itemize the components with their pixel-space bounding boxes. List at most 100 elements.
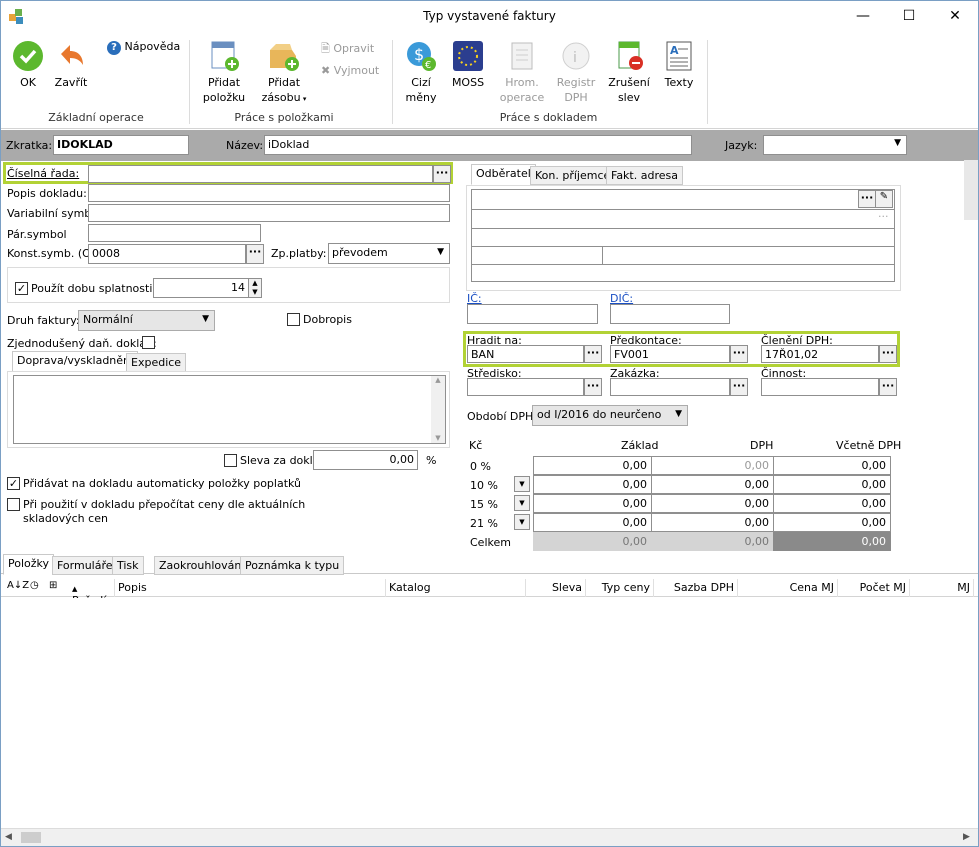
cancel-discounts-button[interactable]: Zrušení slev [607, 40, 651, 105]
help-button[interactable]: ? Nápověda [107, 40, 180, 55]
vat-total-cell[interactable]: 0,00 [773, 475, 891, 494]
maximize-button[interactable]: ☐ [886, 1, 932, 32]
pay-to-browse-button[interactable]: ··· [584, 345, 602, 363]
language-select[interactable]: ▼ [763, 135, 907, 155]
vat-base-cell[interactable]: 0,00 [533, 494, 652, 513]
pay-to-input[interactable]: BAN [467, 345, 584, 363]
const-symbol-input[interactable]: 0008 [88, 244, 246, 264]
moss-button[interactable]: MOSS [448, 40, 488, 90]
vat-rate-dropdown[interactable]: ▼ [514, 495, 530, 511]
address-book-icon[interactable]: ✎ [875, 190, 893, 208]
col-unit[interactable]: MJ [910, 579, 974, 597]
col-order[interactable]: ▲ Pořadí [69, 579, 115, 607]
col-discount[interactable]: Sleva [526, 579, 586, 597]
payment-select[interactable]: převodem ▼ [328, 243, 450, 264]
horizontal-scrollbar[interactable]: ◀ ▶ [1, 828, 978, 846]
name-input[interactable]: iDoklad [264, 135, 692, 155]
auto-fees-checkbox[interactable]: ✓ [7, 477, 20, 490]
activity-browse-button[interactable]: ··· [879, 378, 897, 396]
tree-icon[interactable]: ⊞ [49, 580, 57, 591]
simplified-doc-checkbox[interactable] [142, 336, 155, 349]
tab-rounding[interactable]: Zaokrouhlování [154, 556, 250, 575]
due-spinner[interactable]: ▲ ▼ [248, 278, 262, 298]
vat-class-browse-button[interactable]: ··· [879, 345, 897, 363]
credit-note-checkbox[interactable] [287, 313, 300, 326]
scroll-thumb[interactable] [21, 832, 41, 843]
col-desc[interactable]: Popis [115, 579, 386, 597]
center-input[interactable] [467, 378, 584, 396]
bulk-operations-button[interactable]: Hrom. operace [499, 40, 545, 105]
precontation-browse-button[interactable]: ··· [730, 345, 748, 363]
ok-button[interactable]: OK [9, 40, 47, 90]
ic-input[interactable] [467, 304, 598, 324]
varsym-input[interactable] [88, 204, 450, 222]
vat-total-cell[interactable]: 0,00 [773, 494, 891, 513]
precontation-input[interactable]: FV001 [610, 345, 730, 363]
due-days-input[interactable]: 14 [153, 278, 249, 298]
close-button[interactable]: Zavřít [51, 40, 91, 90]
tab-forms[interactable]: Formuláře [52, 556, 118, 575]
close-window-button[interactable]: ✕ [932, 1, 978, 32]
vat-amount-cell[interactable]: 0,00 [651, 475, 774, 494]
address-grid[interactable] [471, 189, 895, 282]
order-browse-button[interactable]: ··· [730, 378, 748, 396]
vat-amount-cell[interactable]: 0,00 [651, 513, 774, 532]
tab-items[interactable]: Položky [3, 554, 55, 575]
vat-amount-cell[interactable]: 0,00 [651, 494, 774, 513]
col-quantity[interactable]: Počet MJ [838, 579, 910, 597]
sort-icon[interactable]: A↓Z [7, 580, 29, 591]
dic-input[interactable] [610, 304, 730, 324]
center-browse-button[interactable]: ··· [584, 378, 602, 396]
cut-button[interactable]: ✖ Vyjmout [321, 64, 379, 77]
col-price-type[interactable]: Typ ceny [586, 579, 654, 597]
items-grid[interactable] [1, 598, 978, 826]
col-unit-price[interactable]: Cena MJ [738, 579, 838, 597]
doc-desc-input[interactable] [88, 184, 450, 202]
add-item-button[interactable]: Přidat položku [201, 40, 247, 105]
tab-customer[interactable]: Odběratel [471, 164, 536, 185]
vat-register-button[interactable]: i Registr DPH [553, 40, 599, 105]
vat-base-cell[interactable]: 0,00 [533, 456, 652, 475]
tab-consignee[interactable]: Kon. příjemce [530, 166, 616, 185]
tab-type-note[interactable]: Poznámka k typu [240, 556, 345, 575]
tab-print[interactable]: Tisk [112, 556, 144, 575]
activity-input[interactable] [761, 378, 879, 396]
shortcut-input[interactable]: IDOKLAD [53, 135, 189, 155]
minimize-button[interactable]: — [840, 1, 886, 32]
vat-base-cell[interactable]: 0,00 [533, 475, 652, 494]
vat-total-cell[interactable]: 0,00 [773, 513, 891, 532]
invoice-type-select[interactable]: Normální ▼ [78, 310, 215, 331]
tab-invoice-address[interactable]: Fakt. adresa [606, 166, 683, 185]
recalc-checkbox[interactable] [7, 498, 20, 511]
discount-input[interactable]: 0,00 [313, 450, 418, 470]
order-input[interactable] [610, 378, 730, 396]
series-browse-button[interactable]: ··· [433, 165, 451, 183]
pair-symbol-input[interactable] [88, 224, 261, 242]
vat-rate-dropdown[interactable]: ▼ [514, 514, 530, 530]
series-input[interactable] [88, 165, 433, 183]
const-symbol-browse-button[interactable]: ··· [246, 244, 264, 264]
vat-total-cell[interactable]: 0,00 [773, 456, 891, 475]
tab-expedition[interactable]: Expedice [126, 353, 187, 372]
transport-textarea[interactable]: ▲ ▼ [13, 375, 446, 444]
right-scrollbar[interactable] [964, 160, 978, 220]
edit-button[interactable]: 🗎 Opravit [321, 40, 374, 59]
col-catalog[interactable]: Katalog [386, 579, 526, 597]
vat-amount-cell[interactable]: 0,00 [651, 456, 774, 475]
tab-transport[interactable]: Doprava/vyskladnění [12, 351, 139, 372]
add-stock-button[interactable]: Přidat zásobu ▾ [257, 40, 311, 107]
vat-class-input[interactable]: 17Ř01,02 [761, 345, 879, 363]
due-checkbox[interactable]: ✓ [15, 282, 28, 295]
vat-rate-dropdown[interactable]: ▼ [514, 476, 530, 492]
scroll-left-icon[interactable]: ◀ [5, 832, 12, 842]
textarea-scrollbar[interactable]: ▲ ▼ [431, 376, 445, 443]
vat-period-select[interactable]: od I/2016 do neurčeno ▼ [532, 405, 688, 426]
foreign-currency-button[interactable]: $ € Cizí měny [401, 40, 441, 105]
scroll-right-icon[interactable]: ▶ [963, 832, 970, 842]
col-vat-rate[interactable]: Sazba DPH [654, 579, 738, 597]
clock-icon[interactable]: ◷ [30, 580, 39, 591]
address-extra-icon[interactable]: ··· [878, 210, 889, 223]
discount-checkbox[interactable] [224, 454, 237, 467]
customer-browse-button[interactable]: ··· [858, 190, 876, 208]
texts-button[interactable]: A Texty [659, 40, 699, 90]
